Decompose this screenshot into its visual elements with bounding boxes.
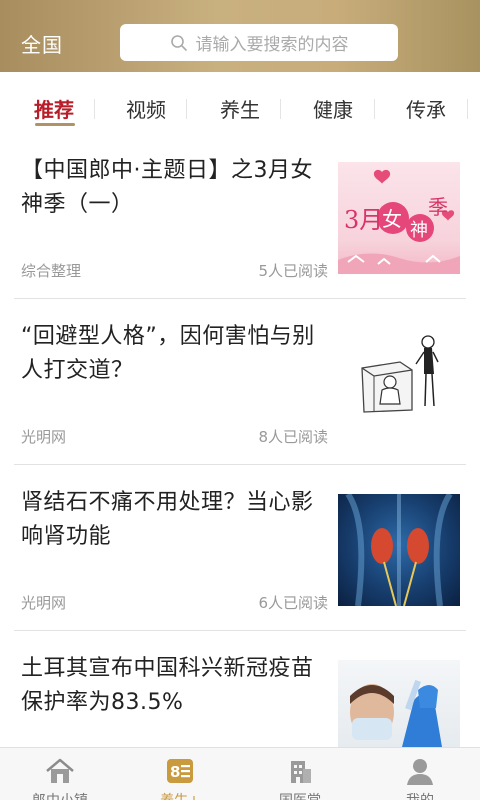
article-item[interactable]: 肾结石不痛不用处理？当心影响肾功能 光明网 6人已阅读 <box>0 486 480 652</box>
article-title[interactable]: 土耳其宣布中国科兴新冠疫苗保护率为83.5% <box>21 652 331 720</box>
article-read-count: 5人已阅读 <box>258 262 328 280</box>
search-input[interactable]: 请输入要搜索的内容 <box>196 30 349 55</box>
active-tab-indicator <box>35 123 75 126</box>
article-source: 光明网 <box>21 428 67 446</box>
top-header: 全国 请输入要搜索的内容 <box>0 0 480 72</box>
tab-divider <box>374 99 375 119</box>
tab-recommend[interactable]: 推荐 <box>14 94 94 123</box>
nav-tab-town[interactable]: 郎中小镇 <box>0 748 120 800</box>
tab-health-preservation[interactable]: 养生 <box>200 94 280 123</box>
search-icon <box>170 34 187 51</box>
house-icon <box>46 758 74 783</box>
article-thumbnail[interactable] <box>338 328 460 440</box>
article-thumbnail[interactable] <box>338 660 460 747</box>
tab-divider <box>467 99 468 119</box>
thumb-text-nv: 女 <box>382 207 402 231</box>
wellness-icon: 8 <box>167 759 193 783</box>
tab-health[interactable]: 健康 <box>293 94 373 123</box>
thumb-text-ji: 季 <box>428 195 448 219</box>
nav-label: 我的 <box>360 790 480 800</box>
article-divider <box>14 464 466 465</box>
thumb-text-month: 3月 <box>344 206 383 234</box>
nav-label: 养生+ <box>120 790 240 800</box>
thumb-text-shen: 神 <box>410 220 428 241</box>
article-item[interactable]: 【中国郎中·主题日】之3月女神季（一） 综合整理 5人已阅读 3月 女 神 季 <box>0 154 480 320</box>
bottom-navigation: 郎中小镇 8 养生+ 国医堂 我的 <box>0 747 480 800</box>
clinic-icon <box>291 761 311 783</box>
nav-tab-wellness[interactable]: 8 养生+ <box>120 748 240 800</box>
nav-label: 郎中小镇 <box>0 790 120 800</box>
article-read-count: 8人已阅读 <box>258 428 328 446</box>
category-tabs: 推荐 视频 养生 健康 传承 <box>0 84 480 132</box>
womens-day-graphic: 3月 女 神 季 <box>338 169 460 274</box>
article-title[interactable]: 肾结石不痛不用处理？当心影响肾功能 <box>21 486 331 554</box>
article-title[interactable]: 【中国郎中·主题日】之3月女神季（一） <box>21 154 331 222</box>
svg-text:8: 8 <box>170 763 180 781</box>
article-source: 综合整理 <box>21 262 82 280</box>
region-selector[interactable]: 全国 <box>21 29 63 58</box>
article-item[interactable]: “回避型人格”，因何害怕与别人打交道？ 光明网 8人已阅读 <box>0 320 480 486</box>
kidney-anatomy-image <box>345 494 453 606</box>
article-divider <box>14 630 466 631</box>
user-icon <box>407 759 433 785</box>
article-title[interactable]: “回避型人格”，因何害怕与别人打交道？ <box>21 320 331 388</box>
article-thumbnail[interactable] <box>338 494 460 606</box>
tab-divider <box>186 99 187 119</box>
tab-heritage[interactable]: 传承 <box>386 94 466 123</box>
article-read-count: 6人已阅读 <box>258 594 328 612</box>
vaccine-photo <box>350 679 442 747</box>
avoidant-personality-illustration <box>361 335 439 413</box>
article-thumbnail[interactable]: 3月 女 神 季 <box>338 162 460 274</box>
tab-divider <box>94 99 95 119</box>
nav-tab-profile[interactable]: 我的 <box>360 748 480 800</box>
article-divider <box>14 298 466 299</box>
article-source: 光明网 <box>21 594 67 612</box>
search-box[interactable]: 请输入要搜索的内容 <box>120 24 398 61</box>
tab-divider <box>280 99 281 119</box>
nav-tab-clinic[interactable]: 国医堂 <box>240 748 360 800</box>
tab-video[interactable]: 视频 <box>106 94 186 123</box>
nav-label: 国医堂 <box>240 790 360 800</box>
